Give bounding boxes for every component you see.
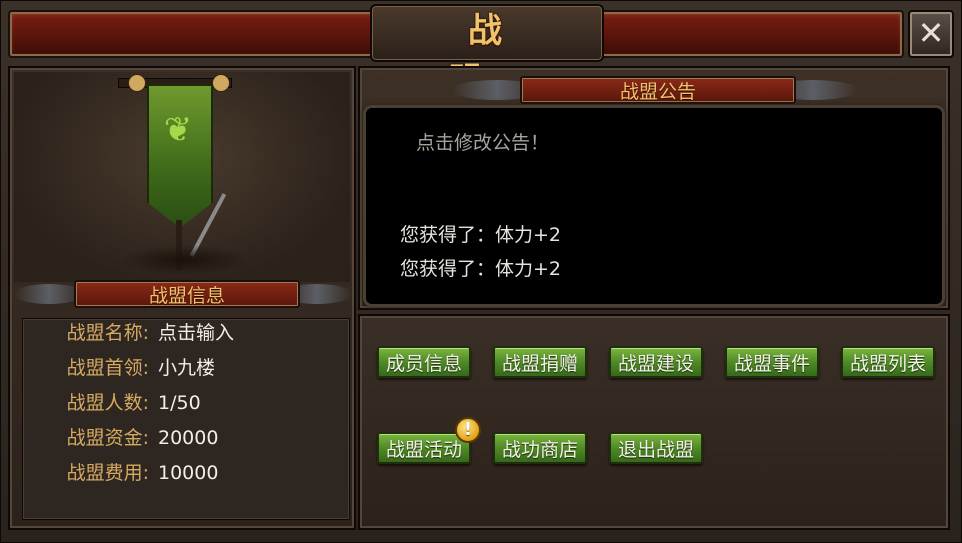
- guild-info-header: 战盟信息: [74, 280, 300, 308]
- emblem-icon: ❦: [163, 110, 193, 150]
- events-button[interactable]: 战盟事件: [725, 346, 819, 378]
- leave-guild-button[interactable]: 退出战盟: [609, 432, 703, 464]
- donate-button[interactable]: 战盟捐赠: [493, 346, 587, 378]
- skull-ornament-left: [128, 74, 146, 92]
- info-value: 20000: [158, 427, 219, 449]
- notice-message-line: 您获得了：体力+2: [400, 224, 562, 246]
- notice-header: 战盟公告: [520, 76, 796, 104]
- info-label: 战盟人数:: [66, 392, 149, 414]
- debris-decoration: [120, 245, 250, 275]
- notice-message-line: 您获得了：体力+2: [400, 258, 562, 280]
- info-label: 战盟名称:: [66, 322, 149, 344]
- skull-ornament-right: [212, 74, 230, 92]
- guild-list-button[interactable]: 战盟列表: [841, 346, 935, 378]
- build-button[interactable]: 战盟建设: [609, 346, 703, 378]
- merit-shop-button[interactable]: 战功商店: [493, 432, 587, 464]
- close-icon: ✕: [917, 14, 945, 52]
- info-label: 战盟资金:: [66, 427, 149, 449]
- info-value: 小九楼: [158, 357, 216, 379]
- members-info-button[interactable]: 成员信息: [377, 346, 471, 378]
- guild-info-box: [22, 318, 350, 520]
- notice-edit-hint[interactable]: 点击修改公告！: [416, 128, 549, 155]
- guild-name-input[interactable]: 点击输入: [158, 318, 234, 348]
- info-value: 10000: [158, 462, 219, 484]
- alert-icon: !: [455, 417, 481, 443]
- info-label: 战盟费用:: [66, 462, 149, 484]
- window-title: 战 盟: [448, 11, 576, 101]
- info-label: 战盟首领:: [66, 357, 149, 379]
- info-value: 1/50: [158, 392, 201, 414]
- close-button[interactable]: ✕: [908, 10, 954, 58]
